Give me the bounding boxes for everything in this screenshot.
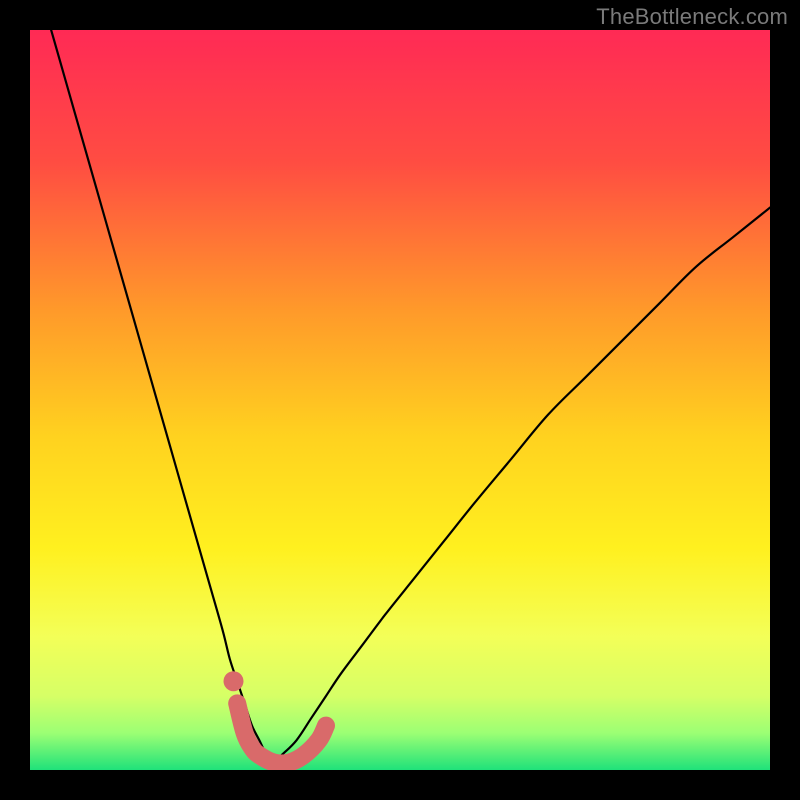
chart-frame: TheBottleneck.com bbox=[0, 0, 800, 800]
bottleneck-chart bbox=[30, 30, 770, 770]
gradient-background bbox=[30, 30, 770, 770]
watermark-text: TheBottleneck.com bbox=[596, 4, 788, 30]
highlight-dot bbox=[224, 671, 244, 691]
